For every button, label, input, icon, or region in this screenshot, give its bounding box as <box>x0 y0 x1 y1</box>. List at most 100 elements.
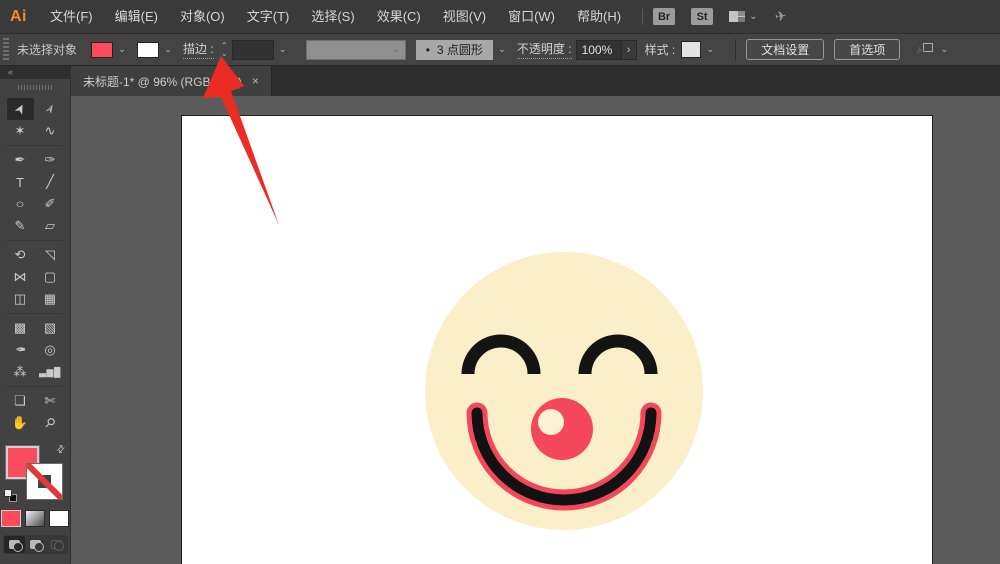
stroke-panel-link[interactable]: 描边 : <box>183 40 214 59</box>
direct-selection-tool-button[interactable]: ➢ <box>37 98 64 120</box>
menu-item-effect[interactable]: 效果(C) <box>366 9 432 24</box>
draw-normal-button[interactable] <box>3 536 25 553</box>
brush-preview-dot: • <box>425 42 430 57</box>
ellipse-tool-button[interactable]: ○ <box>7 193 34 215</box>
blend-tool-button[interactable]: ◎ <box>37 339 64 361</box>
menu-item-window[interactable]: 窗口(W) <box>497 9 566 24</box>
stroke-weight-chevron-icon[interactable]: ⌄ <box>276 42 290 58</box>
menu-item-object[interactable]: 对象(O) <box>169 9 236 24</box>
symbol-sprayer-tool-button[interactable]: ⁂ <box>7 361 34 383</box>
curvature-tool-button[interactable]: ✑ <box>37 149 64 171</box>
brush-definition-dropdown[interactable]: • 3 点圆形 <box>415 39 493 60</box>
eyedropper-tool-button[interactable]: ✒ <box>7 339 34 361</box>
illustrator-window: Ai 文件(F) 编辑(E) 对象(O) 文字(T) 选择(S) 效果(C) 视图(V) 窗口… <box>0 0 1000 564</box>
magic-wand-tool-button[interactable]: ✶ <box>7 120 34 142</box>
artboard-tool-button[interactable]: ❏ <box>7 390 34 412</box>
stroke-weight-input[interactable] <box>231 39 274 60</box>
cs-live-icon[interactable]: ✈ <box>774 7 788 25</box>
none-button[interactable] <box>49 510 69 527</box>
free-transform-tool-button[interactable]: ▢ <box>37 266 64 288</box>
preferences-button[interactable]: 首选项 <box>834 39 901 60</box>
scale-tool-button[interactable]: ◹ <box>37 244 64 266</box>
menu-item-edit[interactable]: 编辑(E) <box>104 9 169 24</box>
tab-row: « 未标题-1* @ 96% (RGB/预览) × <box>0 66 1000 96</box>
tab-close-button[interactable]: × <box>252 74 259 88</box>
document-tab[interactable]: 未标题-1* @ 96% (RGB/预览) × <box>71 66 272 96</box>
tool-panel: ➤ ➢ ✶ ∿ ✒ ✑ T ╱ ○ ✐ ✎ ▱ ⟲ ◹ ⋈ ▢ ◫ ▦ ▩ ▧ ✒ ◎ ⁂ ▃▆█ ❏ ✄ ✋ ⚲ ⇄ <box>0 96 71 564</box>
pencil-tool-button[interactable]: ✎ <box>7 215 34 237</box>
width-tool-button[interactable]: ⋈ <box>7 266 34 288</box>
menu-item-view[interactable]: 视图(V) <box>432 9 497 24</box>
pen-tool-icon: ✒ <box>14 152 26 167</box>
smiley-face-circle[interactable] <box>425 252 703 530</box>
toolpanel-header: « <box>0 66 71 96</box>
color-fill-button[interactable] <box>1 510 21 527</box>
menu-items: 文件(F) 编辑(E) 对象(O) 文字(T) 选择(S) 效果(C) 视图(V) 窗口(W)… <box>39 0 632 33</box>
document-setup-button[interactable]: 文档设置 <box>746 39 825 60</box>
type-tool-button[interactable]: T <box>7 171 34 193</box>
workspace-chevron-icon[interactable]: ⌄ <box>749 11 757 22</box>
stroke-color-indicator[interactable] <box>27 464 62 499</box>
selection-tool-button[interactable]: ➤ <box>6 98 34 120</box>
default-fill-stroke-icon[interactable] <box>4 489 17 502</box>
perspective-grid-tool-button[interactable]: ▦ <box>37 288 64 310</box>
zoom-tool-button[interactable]: ⚲ <box>37 412 64 434</box>
menu-item-help[interactable]: 帮助(H) <box>566 9 632 24</box>
line-segment-tool-button[interactable]: ╱ <box>37 171 64 193</box>
eraser-tool-button[interactable]: ▱ <box>37 215 64 237</box>
stock-button[interactable]: St <box>691 8 714 25</box>
menu-bar: Ai 文件(F) 编辑(E) 对象(O) 文字(T) 选择(S) 效果(C) 视图(V) 窗口… <box>0 0 1000 33</box>
lasso-tool-button[interactable]: ∿ <box>37 120 64 142</box>
panel-collapse-button[interactable]: « <box>0 66 70 79</box>
zoom-tool-icon: ⚲ <box>41 413 60 432</box>
brush-chevron-icon[interactable]: ⌄ <box>495 42 509 58</box>
fill-color-swatch[interactable] <box>91 41 114 58</box>
bridge-button[interactable]: Br <box>653 8 676 25</box>
stroke-weight-stepper[interactable]: ⌃ ⌄ <box>218 41 231 59</box>
select-similar-chevron-icon[interactable]: ⌄ <box>937 42 951 58</box>
ellipse-tool-icon: ○ <box>15 197 25 211</box>
opacity-input[interactable]: 100% <box>575 39 622 60</box>
brush-name-label: 3 点圆形 <box>436 43 483 57</box>
fill-color-chevron-icon[interactable]: ⌄ <box>115 42 129 58</box>
stepper-down-icon[interactable]: ⌄ <box>221 49 228 58</box>
stroke-color-chevron-icon[interactable]: ⌄ <box>161 42 175 58</box>
column-graph-tool-button[interactable]: ▃▆█ <box>37 361 64 383</box>
style-swatch[interactable] <box>681 41 702 58</box>
menu-item-file[interactable]: 文件(F) <box>39 9 104 24</box>
blend-tool-icon: ◎ <box>44 342 56 357</box>
width-tool-icon: ⋈ <box>13 269 27 284</box>
curvature-tool-icon: ✑ <box>44 152 56 167</box>
control-bar: 未选择对象 ⌄ ⌄ 描边 : ⌃ ⌄ ⌄ ⌄ • 3 点圆形 ⌄ 不透明度 : … <box>0 33 1000 66</box>
smiley-nose-highlight[interactable] <box>538 409 564 435</box>
paintbrush-tool-icon: ✐ <box>44 196 56 211</box>
controlbar-grip-handle[interactable] <box>3 37 9 62</box>
paintbrush-tool-button[interactable]: ✐ <box>37 193 64 215</box>
mesh-tool-button[interactable]: ▩ <box>7 317 34 339</box>
gradient-tool-icon: ▧ <box>43 320 57 335</box>
app-logo: Ai <box>10 7 27 25</box>
menu-item-select[interactable]: 选择(S) <box>300 9 365 24</box>
gradient-tool-button[interactable]: ▧ <box>37 317 64 339</box>
opacity-arrow-button[interactable]: › <box>621 39 637 60</box>
knife-tool-button[interactable]: ✄ <box>37 390 64 412</box>
hand-tool-button[interactable]: ✋ <box>7 412 34 434</box>
type-tool-icon: T <box>16 174 24 190</box>
draw-behind-button[interactable] <box>25 536 46 553</box>
width-profile-chevron-icon: ⌄ <box>392 43 401 55</box>
select-similar-icon[interactable] <box>915 42 934 58</box>
shape-builder-tool-button[interactable]: ◫ <box>7 288 34 310</box>
pen-tool-button[interactable]: ✒ <box>7 149 34 171</box>
tool-group-divider <box>7 383 64 390</box>
canvas-area[interactable] <box>71 96 1000 564</box>
opacity-panel-link[interactable]: 不透明度 : <box>516 40 572 59</box>
gradient-button[interactable] <box>25 510 45 527</box>
width-profile-dropdown: ⌄ <box>305 39 406 60</box>
workspace-switcher-icon[interactable] <box>729 11 746 22</box>
swap-fill-stroke-icon[interactable]: ⇄ <box>54 443 68 457</box>
rotate-tool-button[interactable]: ⟲ <box>7 244 34 266</box>
toolpanel-grip-handle[interactable] <box>0 79 70 96</box>
menu-item-type[interactable]: 文字(T) <box>236 9 301 24</box>
style-chevron-icon[interactable]: ⌄ <box>703 42 717 58</box>
stroke-color-swatch[interactable] <box>137 41 160 58</box>
